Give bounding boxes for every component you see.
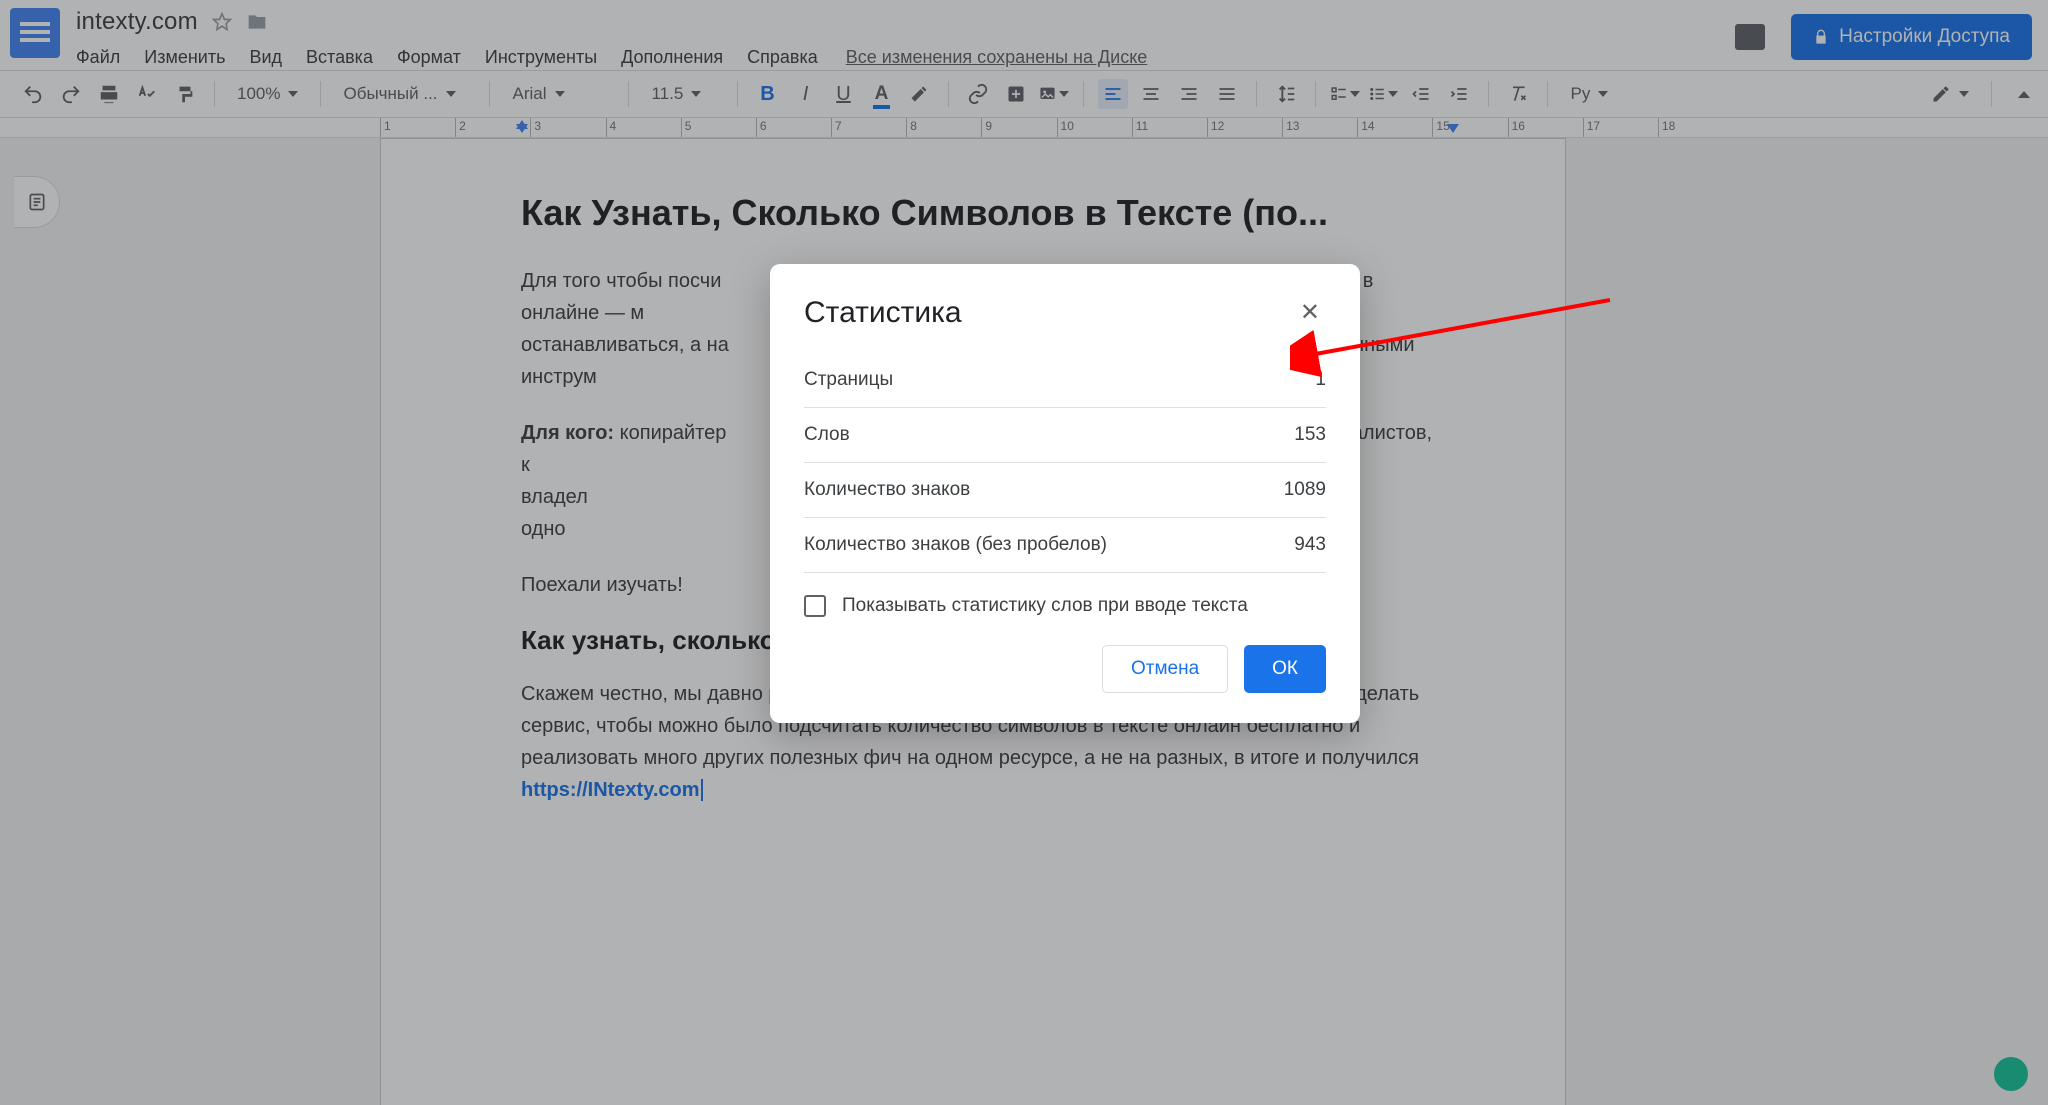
ok-button[interactable]: ОК	[1244, 645, 1326, 693]
stat-row-pages: Страницы 1	[804, 353, 1326, 408]
stat-value: 1089	[1284, 479, 1326, 501]
stat-value: 943	[1294, 534, 1326, 556]
stat-label: Страницы	[804, 369, 893, 391]
stat-value: 1	[1315, 369, 1326, 391]
close-icon[interactable]: ✕	[1294, 294, 1326, 331]
stat-row-chars-no-spaces: Количество знаков (без пробелов) 943	[804, 518, 1326, 573]
word-count-dialog: Статистика ✕ Страницы 1 Слов 153 Количес…	[770, 264, 1360, 723]
checkbox-label: Показывать статистику слов при вводе тек…	[842, 595, 1248, 617]
stat-row-words: Слов 153	[804, 408, 1326, 463]
display-while-typing-checkbox[interactable]	[804, 595, 826, 617]
dialog-title: Статистика	[804, 296, 962, 330]
stat-row-chars: Количество знаков 1089	[804, 463, 1326, 518]
stat-label: Количество знаков	[804, 479, 970, 501]
stat-label: Количество знаков (без пробелов)	[804, 534, 1107, 556]
cancel-button[interactable]: Отмена	[1102, 645, 1228, 693]
stat-value: 153	[1294, 424, 1326, 446]
stat-label: Слов	[804, 424, 850, 446]
